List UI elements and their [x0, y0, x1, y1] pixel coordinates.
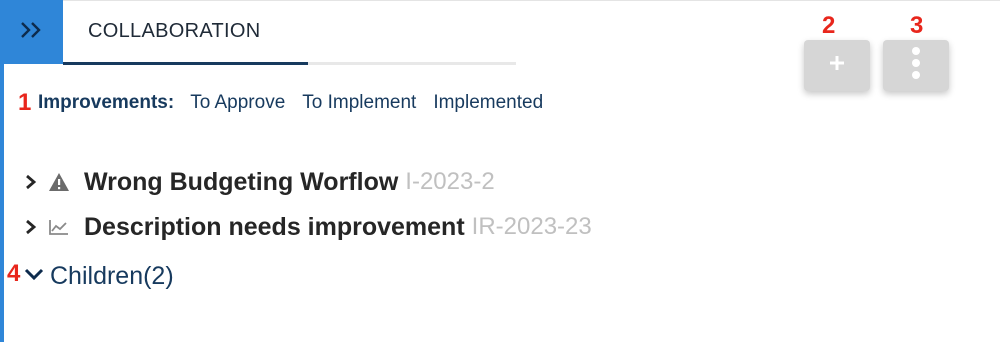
item-id: I-2023-2: [405, 168, 495, 195]
collaboration-panel: COLLABORATION 2 3 1 Improvements: To App…: [0, 0, 1000, 342]
item-title[interactable]: Description needs improvement: [84, 213, 465, 242]
chevron-down-icon: [24, 267, 44, 286]
item-id: IR-2023-23: [471, 213, 592, 240]
annotation-4: 4: [7, 260, 21, 287]
annotation-3: 3: [910, 12, 924, 39]
top-divider: [0, 0, 1000, 1]
filter-to-approve[interactable]: To Approve: [190, 92, 285, 114]
improvements-filter-bar: Improvements: To Approve To Implement Im…: [38, 91, 560, 115]
tab-collaboration[interactable]: COLLABORATION: [88, 20, 260, 43]
more-options-button[interactable]: [883, 40, 949, 91]
plus-icon: [827, 53, 847, 78]
list-item[interactable]: Description needs improvement IR-2023-23: [24, 212, 592, 242]
line-chart-icon: [48, 216, 70, 238]
item-title[interactable]: Wrong Budgeting Worflow: [84, 168, 398, 197]
double-chevron-right-icon: [19, 21, 45, 44]
annotation-1: 1: [18, 89, 32, 116]
sidebar-toggle-button[interactable]: [0, 0, 63, 64]
tab-active-indicator: [63, 62, 308, 65]
annotation-2: 2: [822, 12, 836, 39]
chevron-right-icon[interactable]: [24, 174, 40, 190]
warning-icon: [48, 171, 70, 193]
filter-implemented[interactable]: Implemented: [433, 92, 543, 114]
filter-to-implement[interactable]: To Implement: [302, 92, 416, 114]
improvements-label: Improvements:: [38, 92, 175, 113]
children-toggle[interactable]: Children(2): [24, 259, 174, 293]
chevron-right-icon[interactable]: [24, 219, 40, 235]
add-button[interactable]: [804, 40, 870, 91]
children-label: Children(2): [50, 261, 174, 290]
vertical-ellipsis-icon: [911, 46, 921, 85]
list-item[interactable]: Wrong Budgeting Worflow I-2023-2: [24, 167, 495, 197]
